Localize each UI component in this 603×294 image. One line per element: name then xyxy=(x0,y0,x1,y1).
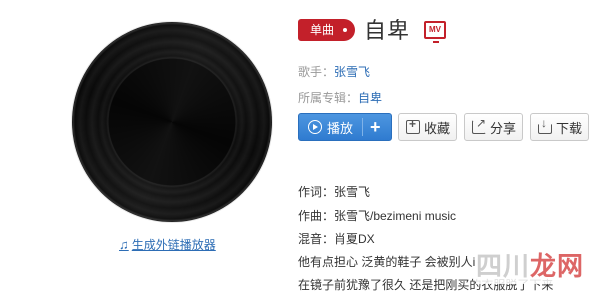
download-label: 下载 xyxy=(556,120,583,136)
music-note-icon: ♫ xyxy=(119,237,129,252)
singer-row: 歌手：张雪飞 xyxy=(298,63,370,80)
external-player-link-label: 生成外链播放器 xyxy=(131,238,216,252)
single-type-tag: 单曲 xyxy=(298,19,355,41)
external-player-link[interactable]: ♫ 生成外链播放器 xyxy=(119,236,216,253)
album-row: 所属专辑：自卑 xyxy=(298,89,382,106)
download-button[interactable]: 下载 xyxy=(530,113,589,141)
collect-icon xyxy=(406,117,420,134)
mv-icon[interactable]: MV xyxy=(424,21,446,43)
site-watermark: 四川龙网 xyxy=(476,246,596,284)
disc-shine xyxy=(72,22,272,222)
tag-dot xyxy=(343,28,347,32)
play-button[interactable]: 播放 + xyxy=(298,113,392,141)
lyricist-credit: 作词：张雪飞 xyxy=(298,185,371,199)
composer-credit: 作曲：张雪飞/bezimeni music xyxy=(298,209,457,223)
collect-button[interactable]: 收藏 xyxy=(398,113,457,141)
share-icon xyxy=(472,116,486,134)
single-type-label: 单曲 xyxy=(310,23,335,37)
watermark-part2: 龙网 xyxy=(530,251,585,281)
collect-label: 收藏 xyxy=(424,120,451,136)
share-label: 分享 xyxy=(490,120,517,136)
play-icon xyxy=(308,120,322,134)
lyric-line: 他有点担心 泛黄的鞋子 会被别人i xyxy=(298,255,476,269)
song-title: 自卑 xyxy=(364,18,411,43)
album-link[interactable]: 自卑 xyxy=(358,91,382,105)
add-to-playlist-button[interactable]: + xyxy=(370,116,381,138)
download-icon xyxy=(538,116,552,134)
play-button-separator xyxy=(362,118,363,136)
watermark-part1: 四川 xyxy=(476,251,531,281)
album-cover-disc xyxy=(72,22,272,222)
singer-link[interactable]: 张雪飞 xyxy=(334,65,370,79)
album-label: 所属专辑： xyxy=(298,91,359,105)
mixing-credit: 混音：肖夏DX xyxy=(298,232,375,246)
share-button[interactable]: 分享 xyxy=(464,113,523,141)
singer-label: 歌手： xyxy=(298,65,335,79)
play-label: 播放 xyxy=(327,120,354,136)
